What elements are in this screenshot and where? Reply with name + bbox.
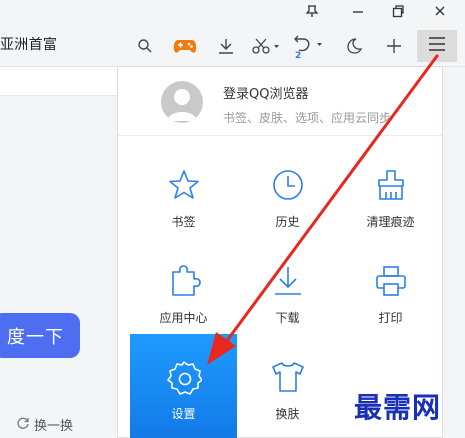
menu-item-clear-traces[interactable]: 清理痕迹 [337,142,444,242]
close-icon[interactable] [420,0,460,22]
browser-toolbar: 亚洲首富 2 [0,26,465,67]
menu-item-history[interactable]: 历史 [234,142,341,242]
puzzle-icon [130,264,237,298]
menu-icon [427,35,447,57]
login-title[interactable]: 登录QQ浏览器 [223,83,308,102]
tshirt-icon [234,360,341,394]
menu-item-label: 历史 [275,215,300,229]
star-icon [130,168,237,202]
window-titlebar [0,0,465,26]
address-text[interactable]: 亚洲首富 [0,34,57,54]
restore-icon[interactable] [378,0,418,22]
night-mode-icon[interactable] [344,35,364,57]
menu-item-label: 书签 [171,215,196,229]
menu-item-skin[interactable]: 换肤 [234,334,341,434]
search-button[interactable]: 度一下 [0,313,80,358]
scissors-icon[interactable] [252,35,280,57]
minimize-icon[interactable] [338,0,378,22]
menu-item-settings[interactable]: 设置 [130,334,237,438]
broom-icon [337,168,444,202]
menu-item-label: 清理痕迹 [366,215,415,229]
watermark-text: 最需网 [354,391,442,424]
menu-item-app-center[interactable]: 应用中心 [130,238,237,338]
new-tab-icon[interactable] [384,35,404,57]
search-icon[interactable] [136,35,154,57]
download-icon[interactable] [216,35,236,57]
menu-item-label: 下载 [275,311,300,325]
refresh-link[interactable]: 换一换 [16,415,73,434]
pin-icon[interactable] [292,0,332,22]
download-arrow-icon [234,264,341,298]
refresh-label: 换一换 [34,419,74,434]
printer-icon [337,264,444,298]
menu-item-bookmarks[interactable]: 书签 [130,142,237,242]
menu-item-print[interactable]: 打印 [337,238,444,338]
gear-icon [130,360,237,395]
login-row[interactable]: 登录QQ浏览器 书签、皮肤、选项、应用云同步 [118,67,442,136]
menu-item-downloads[interactable]: 下载 [234,238,341,338]
menu-item-label: 设置 [171,407,196,421]
menu-item-label: 打印 [378,311,403,325]
menu-item-label: 应用中心 [159,311,208,325]
avatar[interactable] [161,81,203,123]
refresh-icon [16,416,30,434]
menu-item-label: 换肤 [275,407,300,421]
undo-badge: 2 [295,51,302,61]
browser-menu-panel: 登录QQ浏览器 书签、皮肤、选项、应用云同步 书签 历史 清理痕迹 应用中心 下… [117,66,443,438]
clock-icon [234,168,341,202]
menu-button[interactable] [417,30,457,62]
page-header-strip [0,67,118,96]
gamepad-icon[interactable] [172,35,198,57]
login-subtitle: 书签、皮肤、选项、应用云同步 [223,111,392,125]
search-button-label: 度一下 [7,326,64,348]
